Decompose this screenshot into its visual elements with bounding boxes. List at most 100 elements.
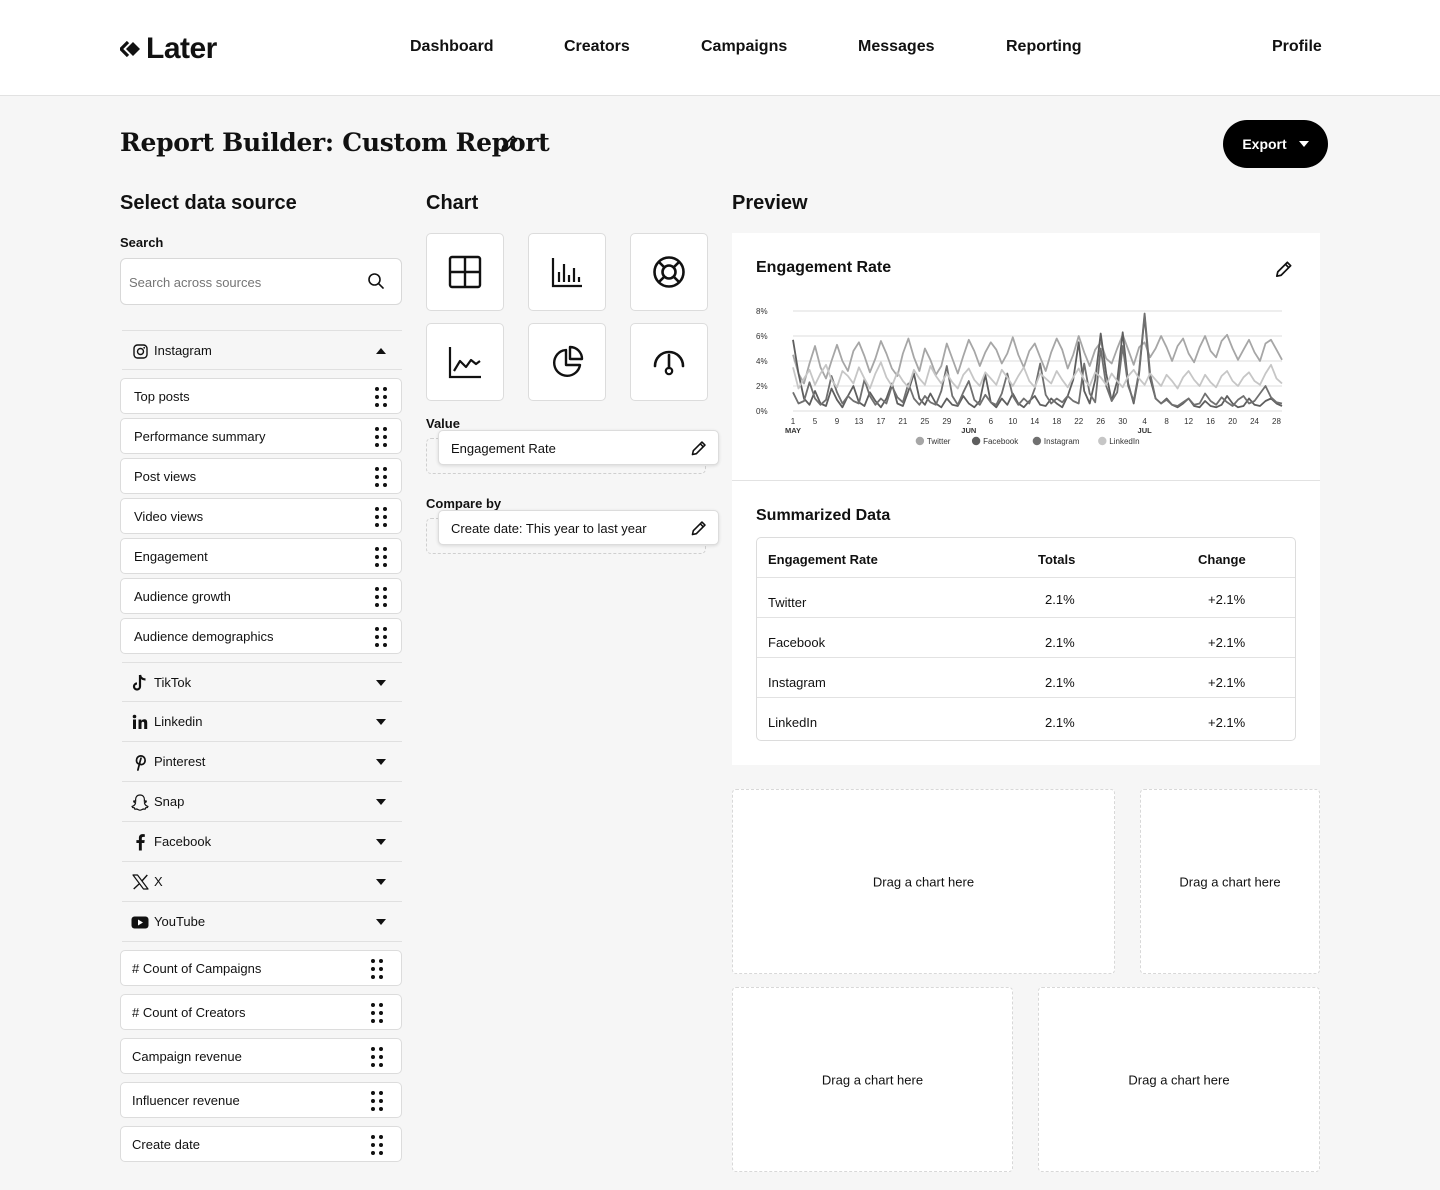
- drag-handle-icon[interactable]: [375, 427, 387, 447]
- edit-pencil-icon[interactable]: [689, 519, 708, 543]
- drag-handle-icon[interactable]: [375, 587, 387, 607]
- nav-messages[interactable]: Messages: [858, 38, 935, 56]
- nav-reporting[interactable]: Reporting: [1006, 38, 1082, 56]
- chevron-down-icon: [376, 879, 386, 885]
- x-tick-label: 22: [1074, 417, 1083, 426]
- source-instagram[interactable]: Instagram: [122, 330, 402, 370]
- summary-title: Summarized Data: [756, 507, 891, 524]
- pie-chart-icon: [553, 345, 584, 377]
- edit-title-pencil-icon[interactable]: [498, 133, 520, 160]
- source-snap[interactable]: Snap: [122, 782, 402, 822]
- source-item-engagement[interactable]: Engagement: [120, 538, 402, 574]
- y-tick-label: 2%: [756, 382, 768, 391]
- item-label: Audience demographics: [134, 629, 274, 644]
- nav-campaigns[interactable]: Campaigns: [701, 38, 787, 56]
- compare-by-field[interactable]: Create date: This year to last year: [438, 510, 719, 545]
- drag-handle-icon[interactable]: [371, 1047, 383, 1067]
- youtube-icon: [130, 912, 150, 932]
- row-label: LinkedIn: [768, 715, 818, 730]
- edit-chart-pencil-icon[interactable]: [1273, 259, 1294, 285]
- chart-type-line[interactable]: [426, 323, 504, 401]
- row-label: Instagram: [768, 675, 826, 690]
- drag-handle-icon[interactable]: [371, 1091, 383, 1111]
- source-item-performance-summary[interactable]: Performance summary: [120, 418, 402, 454]
- line-chart-icon: [448, 347, 481, 379]
- chart-title: Engagement Rate: [756, 259, 892, 276]
- drag-handle-icon[interactable]: [371, 1003, 383, 1023]
- metric-count-of-campaigns[interactable]: # Count of Campaigns: [120, 950, 402, 986]
- chevron-down-icon: [376, 719, 386, 725]
- table-header-row: Engagement Rate Totals Change: [757, 538, 1295, 578]
- metric-influencer-revenue[interactable]: Influencer revenue: [120, 1082, 402, 1118]
- export-button[interactable]: Export: [1223, 120, 1328, 168]
- value-field-text: Engagement Rate: [451, 441, 556, 456]
- legend-swatch: [1098, 436, 1107, 446]
- drag-handle-icon[interactable]: [375, 507, 387, 527]
- linkedin-icon: [130, 712, 150, 732]
- legend-swatch: [1032, 436, 1042, 446]
- drag-handle-icon[interactable]: [375, 547, 387, 567]
- x-tick-label: 24: [1250, 417, 1259, 426]
- x-month-label: JUL: [1138, 426, 1153, 435]
- chart-drop-slot[interactable]: Drag a chart here: [1038, 987, 1320, 1172]
- source-pinterest[interactable]: Pinterest: [122, 742, 402, 782]
- chart-type-table[interactable]: [426, 233, 504, 311]
- metric-count-of-creators[interactable]: # Count of Creators: [120, 994, 402, 1030]
- source-label: TikTok: [154, 675, 192, 690]
- source-x[interactable]: X: [122, 862, 402, 902]
- chevron-down-icon: [376, 759, 386, 765]
- nav-profile[interactable]: Profile: [1272, 38, 1322, 56]
- chart-heading: Chart: [426, 192, 479, 214]
- x-tick-label: 1: [791, 417, 796, 426]
- chevron-down-icon: [1298, 141, 1309, 147]
- value-field[interactable]: Engagement Rate: [438, 430, 719, 465]
- item-label: Audience growth: [134, 589, 231, 604]
- nav-dashboard[interactable]: Dashboard: [410, 38, 494, 56]
- edit-pencil-icon[interactable]: [689, 439, 708, 463]
- chevron-down-icon: [376, 680, 386, 686]
- source-item-post-views[interactable]: Post views: [120, 458, 402, 494]
- chart-type-donut[interactable]: [630, 233, 708, 311]
- source-item-audience-demographics[interactable]: Audience demographics: [120, 618, 402, 654]
- source-label: YouTube: [154, 914, 206, 929]
- search-input[interactable]: [129, 271, 359, 293]
- source-facebook[interactable]: Facebook: [122, 822, 402, 862]
- source-linkedin[interactable]: Linkedin: [122, 702, 402, 742]
- drag-handle-icon[interactable]: [375, 387, 387, 407]
- source-label: Pinterest: [154, 754, 206, 769]
- source-label: Snap: [154, 794, 185, 809]
- item-label: Performance summary: [134, 429, 266, 444]
- search-icon[interactable]: [367, 272, 385, 295]
- donut-chart-icon: [653, 256, 685, 288]
- drag-handle-icon[interactable]: [371, 959, 383, 979]
- x-tick-label: 4: [1142, 417, 1147, 426]
- nav-creators[interactable]: Creators: [564, 38, 630, 56]
- chart-drop-slot[interactable]: Drag a chart here: [1140, 789, 1320, 974]
- chart-type-gauge[interactable]: [630, 323, 708, 401]
- drag-handle-icon[interactable]: [375, 467, 387, 487]
- chart-drop-slot[interactable]: Drag a chart here: [732, 987, 1013, 1172]
- row-total: 2.1%: [1045, 592, 1075, 607]
- source-item-video-views[interactable]: Video views: [120, 498, 402, 534]
- later-logo[interactable]: Later: [120, 32, 217, 66]
- chart-type-bar[interactable]: [528, 233, 606, 311]
- metric-create-date[interactable]: Create date: [120, 1126, 402, 1162]
- source-item-audience-growth[interactable]: Audience growth: [120, 578, 402, 614]
- x-tick-label: 20: [1228, 417, 1237, 426]
- metric-campaign-revenue[interactable]: Campaign revenue: [120, 1038, 402, 1074]
- chart-drop-slot[interactable]: Drag a chart here: [732, 789, 1115, 974]
- drag-handle-icon[interactable]: [375, 627, 387, 647]
- x-tick-label: 10: [1008, 417, 1017, 426]
- chart-type-pie[interactable]: [528, 323, 606, 401]
- table-chart-icon: [448, 255, 482, 289]
- source-youtube[interactable]: YouTube: [122, 902, 402, 942]
- chevron-up-icon: [376, 348, 386, 354]
- search-label: Search: [120, 235, 164, 250]
- legend-label: LinkedIn: [1109, 437, 1139, 446]
- source-item-top-posts[interactable]: Top posts: [120, 378, 402, 414]
- x-tick-label: 28: [1272, 417, 1281, 426]
- source-label: Instagram: [154, 343, 212, 358]
- item-label: # Count of Creators: [132, 1005, 246, 1020]
- drag-handle-icon[interactable]: [371, 1135, 383, 1155]
- source-tiktok[interactable]: TikTok: [122, 662, 402, 702]
